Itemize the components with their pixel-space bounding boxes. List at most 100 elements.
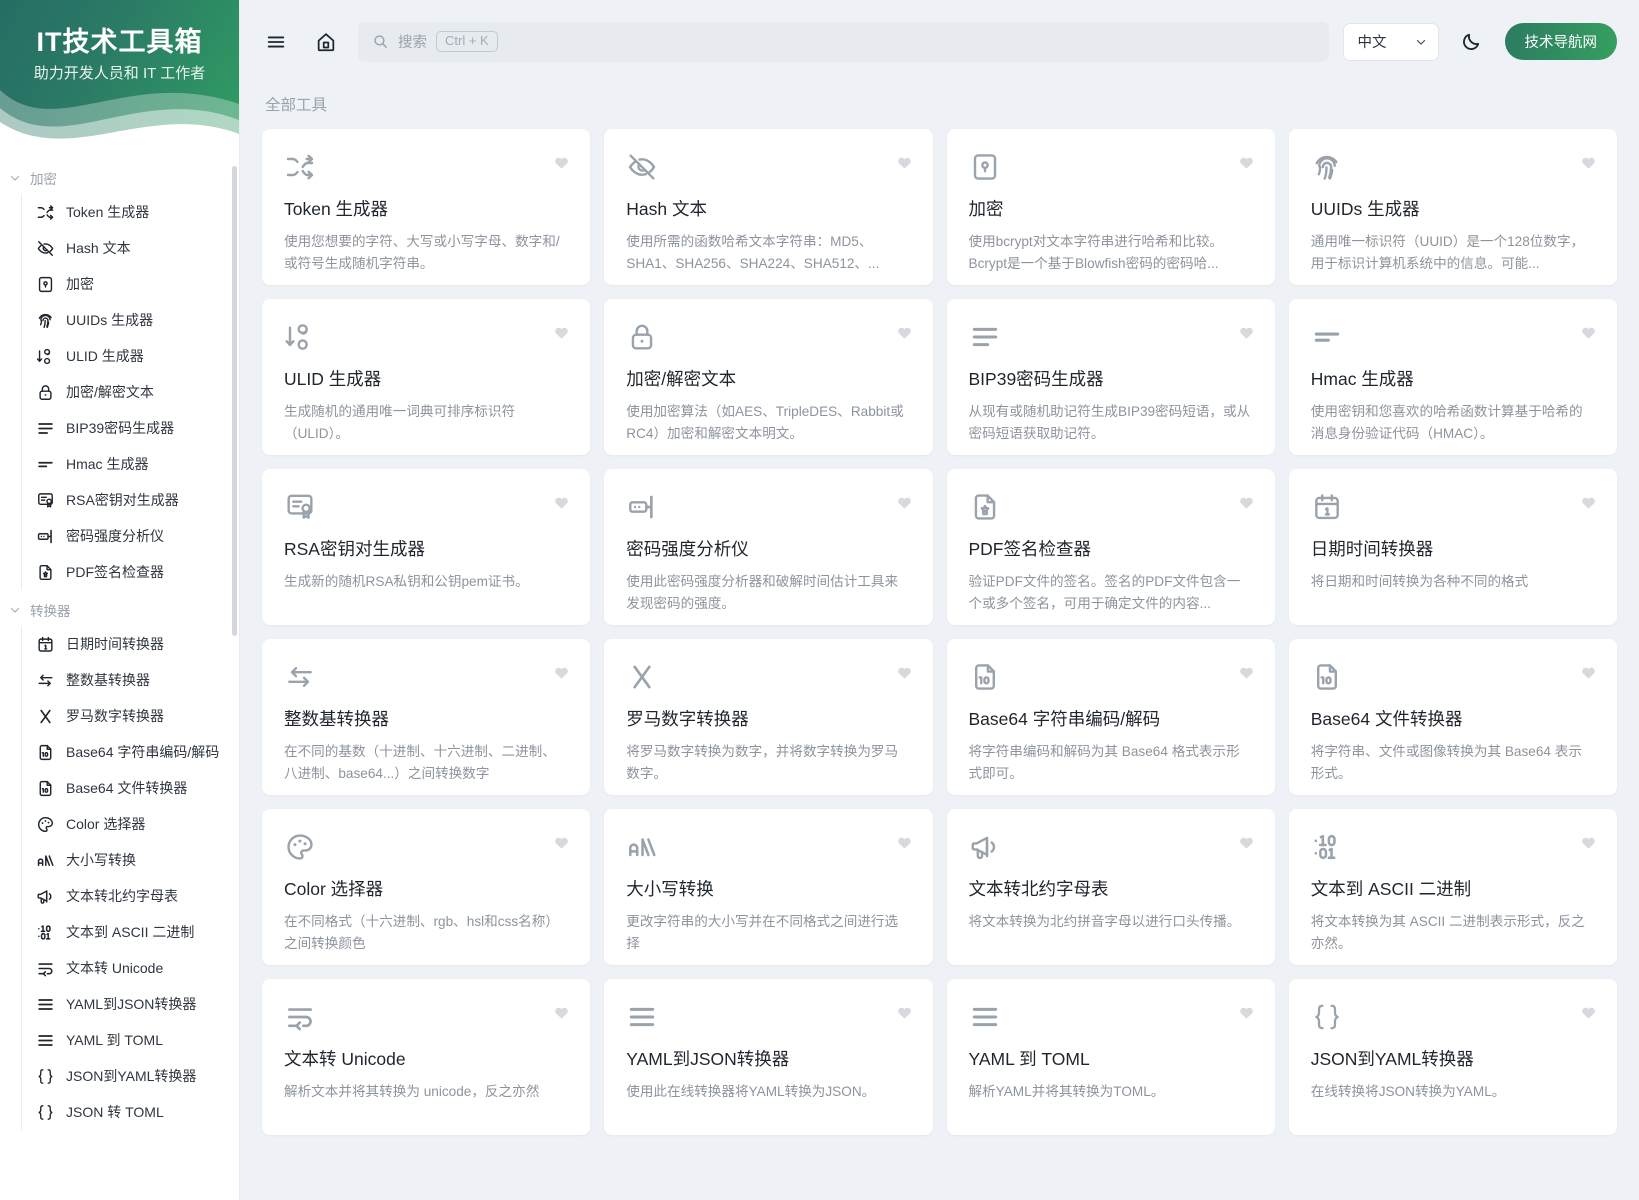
- padlock-icon: [626, 321, 658, 353]
- sidebar-scrollbar[interactable]: [232, 166, 237, 636]
- tool-card-description: 解析YAML并将其转换为TOML。: [968, 1084, 1165, 1099]
- favorite-heart-icon[interactable]: [1580, 1004, 1597, 1021]
- tool-card[interactable]: YAML到JSON转换器 使用此在线转换器将YAML转换为JSON。: [604, 979, 933, 1135]
- nav-site-button[interactable]: 技术导航网: [1504, 23, 1617, 60]
- tool-card[interactable]: 罗马数字转换器 将罗马数字转换为数字，并将数字转换为罗马数字。: [604, 639, 933, 795]
- search-input[interactable]: 搜索 Ctrl + K: [358, 21, 1329, 62]
- sidebar-item[interactable]: 文本到 ASCII 二进制: [22, 914, 239, 950]
- tool-card[interactable]: 加密/解密文本 使用加密算法（如AES、TripleDES、Rabbit或RC4）…: [604, 299, 933, 455]
- sidebar-item-label: Hmac 生成器: [66, 456, 149, 472]
- sidebar-item[interactable]: JSON 转 TOML: [22, 1094, 239, 1130]
- favorite-heart-icon[interactable]: [896, 494, 913, 511]
- favorite-heart-icon[interactable]: [896, 154, 913, 171]
- sidebar-item[interactable]: 日期时间转换器: [22, 626, 239, 662]
- sidebar-item[interactable]: 加密: [22, 266, 239, 302]
- sidebar-item[interactable]: 罗马数字转换器: [22, 698, 239, 734]
- favorite-heart-icon[interactable]: [553, 1004, 570, 1021]
- favorite-heart-icon[interactable]: [1580, 834, 1597, 851]
- tool-card[interactable]: 密码强度分析仪 使用此密码强度分析器和破解时间估计工具来发现密码的强度。: [604, 469, 933, 625]
- tool-card[interactable]: Base64 文件转换器 将字符串、文件或图像转换为其 Base64 表示形式。: [1288, 639, 1617, 795]
- tool-card[interactable]: YAML 到 TOML 解析YAML并将其转换为TOML。: [946, 979, 1275, 1135]
- language-value: 中文: [1357, 35, 1387, 51]
- favorite-heart-icon[interactable]: [1580, 154, 1597, 171]
- favorite-heart-icon[interactable]: [1238, 664, 1255, 681]
- tool-card[interactable]: 日期时间转换器 将日期和时间转换为各种不同的格式: [1288, 469, 1617, 625]
- sidebar-item[interactable]: 大小写转换: [22, 842, 239, 878]
- favorite-heart-icon[interactable]: [896, 664, 913, 681]
- tool-card[interactable]: 整数基转换器 在不同的基数（十进制、十六进制、二进制、八进制、base64...）…: [262, 639, 591, 795]
- theme-toggle-button[interactable]: [1453, 23, 1491, 61]
- home-icon[interactable]: [308, 24, 344, 60]
- lock-square-icon: [969, 151, 1001, 183]
- tool-card-title: Hash 文本: [626, 199, 707, 219]
- sidebar-item[interactable]: Hash 文本: [22, 230, 239, 266]
- palette-icon: [284, 831, 316, 863]
- favorite-heart-icon[interactable]: [1238, 1004, 1255, 1021]
- tool-card[interactable]: PDF签名检查器 验证PDF文件的签名。签名的PDF文件包含一个或多个签名，可用于…: [946, 469, 1275, 625]
- sidebar-item-label: 加密: [66, 276, 94, 292]
- tool-card-title: YAML 到 TOML: [968, 1049, 1090, 1069]
- tool-card[interactable]: Hash 文本 使用所需的函数哈希文本字符串：MD5、SHA1、SHA256、SH…: [604, 129, 933, 285]
- tool-card[interactable]: Token 生成器 使用您想要的字符、大写或小写字母、数字和/或符号生成随机字符串…: [262, 129, 591, 285]
- tool-card[interactable]: 文本到 ASCII 二进制 将文本转换为其 ASCII 二进制表示形式，反之亦然。: [1288, 809, 1617, 965]
- sidebar-group-header[interactable]: 加密: [0, 162, 239, 194]
- favorite-heart-icon[interactable]: [1238, 494, 1255, 511]
- tool-card-description: 解析文本并将其转换为 unicode，反之亦然: [284, 1084, 540, 1099]
- sidebar-item[interactable]: UUIDs 生成器: [22, 302, 239, 338]
- sidebar-item[interactable]: 文本转北约字母表: [22, 878, 239, 914]
- sidebar-item[interactable]: 加密/解密文本: [22, 374, 239, 410]
- sidebar-item[interactable]: PDF签名检查器: [22, 554, 239, 590]
- sidebar-item[interactable]: YAML到JSON转换器: [22, 986, 239, 1022]
- tool-card[interactable]: UUIDs 生成器 通用唯一标识符（UUID）是一个128位数字，用于标识计算机系…: [1288, 129, 1617, 285]
- tool-card-title: 文本转 Unicode: [284, 1049, 406, 1069]
- sidebar-item[interactable]: 文本转 Unicode: [22, 950, 239, 986]
- password-meter-icon: [36, 527, 55, 546]
- sidebar-item[interactable]: 密码强度分析仪: [22, 518, 239, 554]
- favorite-heart-icon[interactable]: [1580, 494, 1597, 511]
- tool-card[interactable]: 文本转北约字母表 将文本转换为北约拼音字母以进行口头传播。: [946, 809, 1275, 965]
- sidebar-item[interactable]: BIP39密码生成器: [22, 410, 239, 446]
- sidebar-item[interactable]: Base64 文件转换器: [22, 770, 239, 806]
- tool-card[interactable]: 大小写转换 更改字符串的大小写并在不同格式之间进行选择: [604, 809, 933, 965]
- tool-card[interactable]: 文本转 Unicode 解析文本并将其转换为 unicode，反之亦然: [262, 979, 591, 1135]
- favorite-heart-icon[interactable]: [896, 324, 913, 341]
- favorite-heart-icon[interactable]: [1238, 834, 1255, 851]
- favorite-heart-icon[interactable]: [1238, 154, 1255, 171]
- tool-card-description: 将文本转换为北约拼音字母以进行口头传播。: [968, 914, 1241, 929]
- favorite-heart-icon[interactable]: [553, 154, 570, 171]
- favorite-heart-icon[interactable]: [553, 324, 570, 341]
- favorite-heart-icon[interactable]: [1580, 664, 1597, 681]
- sidebar-item[interactable]: Token 生成器: [22, 194, 239, 230]
- tool-card[interactable]: JSON到YAML转换器 在线转换将JSON转换为YAML。: [1288, 979, 1617, 1135]
- hamburger-menu-icon[interactable]: [258, 24, 294, 60]
- sidebar-item[interactable]: YAML 到 TOML: [22, 1022, 239, 1058]
- favorite-heart-icon[interactable]: [553, 494, 570, 511]
- favorite-heart-icon[interactable]: [896, 1004, 913, 1021]
- favorite-heart-icon[interactable]: [1580, 324, 1597, 341]
- tool-card[interactable]: Color 选择器 在不同格式（十六进制、rgb、hsl和css名称）之间转换颜色: [262, 809, 591, 965]
- sidebar-item[interactable]: Color 选择器: [22, 806, 239, 842]
- sidebar-item[interactable]: 整数基转换器: [22, 662, 239, 698]
- tool-card-description: 在线转换将JSON转换为YAML。: [1310, 1084, 1506, 1099]
- tool-card[interactable]: ULID 生成器 生成随机的通用唯一词典可排序标识符（ULID）。: [262, 299, 591, 455]
- sidebar-item[interactable]: JSON到YAML转换器: [22, 1058, 239, 1094]
- sidebar-group-header[interactable]: 转换器: [0, 594, 239, 626]
- favorite-heart-icon[interactable]: [553, 834, 570, 851]
- favorite-heart-icon[interactable]: [896, 834, 913, 851]
- favorite-heart-icon[interactable]: [553, 664, 570, 681]
- tool-card[interactable]: 加密 使用bcrypt对文本字符串进行哈希和比较。Bcrypt是一个基于Blowf…: [946, 129, 1275, 285]
- sidebar-item[interactable]: Hmac 生成器: [22, 446, 239, 482]
- tool-card[interactable]: Base64 字符串编码/解码 将字符串编码和解码为其 Base64 格式表示形式…: [946, 639, 1275, 795]
- megaphone-icon: [969, 831, 1001, 863]
- tool-card[interactable]: RSA密钥对生成器 生成新的随机RSA私钥和公钥pem证书。: [262, 469, 591, 625]
- align-lines-icon: [626, 1001, 658, 1033]
- sidebar-item[interactable]: Base64 字符串编码/解码: [22, 734, 239, 770]
- language-select[interactable]: 中文: [1342, 22, 1439, 61]
- tool-card[interactable]: Hmac 生成器 使用密钥和您喜欢的哈希函数计算基于哈希的消息身份验证代码（HMA…: [1288, 299, 1617, 455]
- sidebar-item[interactable]: ULID 生成器: [22, 338, 239, 374]
- tool-card[interactable]: BIP39密码生成器 从现有或随机助记符生成BIP39密码短语，或从密码短语获取助…: [946, 299, 1275, 455]
- sidebar-item[interactable]: RSA密钥对生成器: [22, 482, 239, 518]
- tool-card-description: 生成随机的通用唯一词典可排序标识符（ULID）。: [284, 404, 516, 442]
- favorite-heart-icon[interactable]: [1238, 324, 1255, 341]
- tool-card-title: 整数基转换器: [284, 709, 389, 729]
